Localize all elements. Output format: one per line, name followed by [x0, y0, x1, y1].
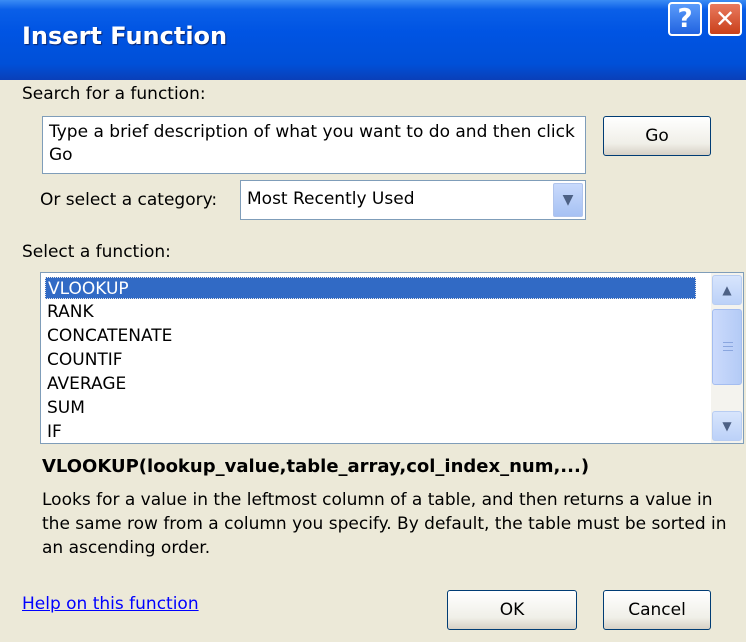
function-description: Looks for a value in the leftmost column… [42, 490, 727, 558]
list-item-concatenate[interactable]: CONCATENATE [45, 325, 172, 347]
list-item-if[interactable]: IF [45, 421, 62, 443]
dialog-title: Insert Function [22, 22, 228, 50]
list-item-average[interactable]: AVERAGE [45, 373, 126, 395]
insert-function-dialog: Insert Function ? ✕ Search for a functio… [0, 0, 746, 642]
chevron-down-icon[interactable]: ▼ [553, 183, 583, 217]
list-item-vlookup[interactable]: VLOOKUP [45, 277, 696, 299]
go-button[interactable]: Go [603, 116, 711, 156]
scroll-thumb[interactable] [712, 309, 742, 385]
search-input[interactable]: Type a brief description of what you wan… [42, 116, 586, 174]
title-bar[interactable]: Insert Function ? ✕ [0, 0, 746, 80]
scroll-up-icon[interactable]: ▲ [712, 275, 742, 305]
cancel-button[interactable]: Cancel [603, 590, 711, 630]
help-icon[interactable]: ? [668, 2, 702, 36]
function-list[interactable]: VLOOKUP RANK CONCATENATE COUNTIF AVERAGE… [40, 272, 744, 444]
function-list-label: Select a function: [22, 242, 171, 262]
function-syntax: VLOOKUP(lookup_value,table_array,col_ind… [42, 456, 590, 477]
category-label: Or select a category: [40, 190, 218, 210]
list-item-rank[interactable]: RANK [45, 301, 94, 323]
list-item-countif[interactable]: COUNTIF [45, 349, 123, 371]
close-icon[interactable]: ✕ [708, 2, 742, 36]
list-scrollbar[interactable]: ▲ ▼ [711, 273, 743, 443]
scroll-down-icon[interactable]: ▼ [712, 411, 742, 441]
category-selected-value: Most Recently Used [247, 189, 415, 209]
category-select[interactable]: Most Recently Used ▼ [240, 180, 586, 220]
help-on-function-link[interactable]: Help on this function [22, 594, 199, 614]
search-label: Search for a function: [22, 84, 206, 104]
list-item-sum[interactable]: SUM [45, 397, 85, 419]
ok-button[interactable]: OK [447, 590, 577, 630]
